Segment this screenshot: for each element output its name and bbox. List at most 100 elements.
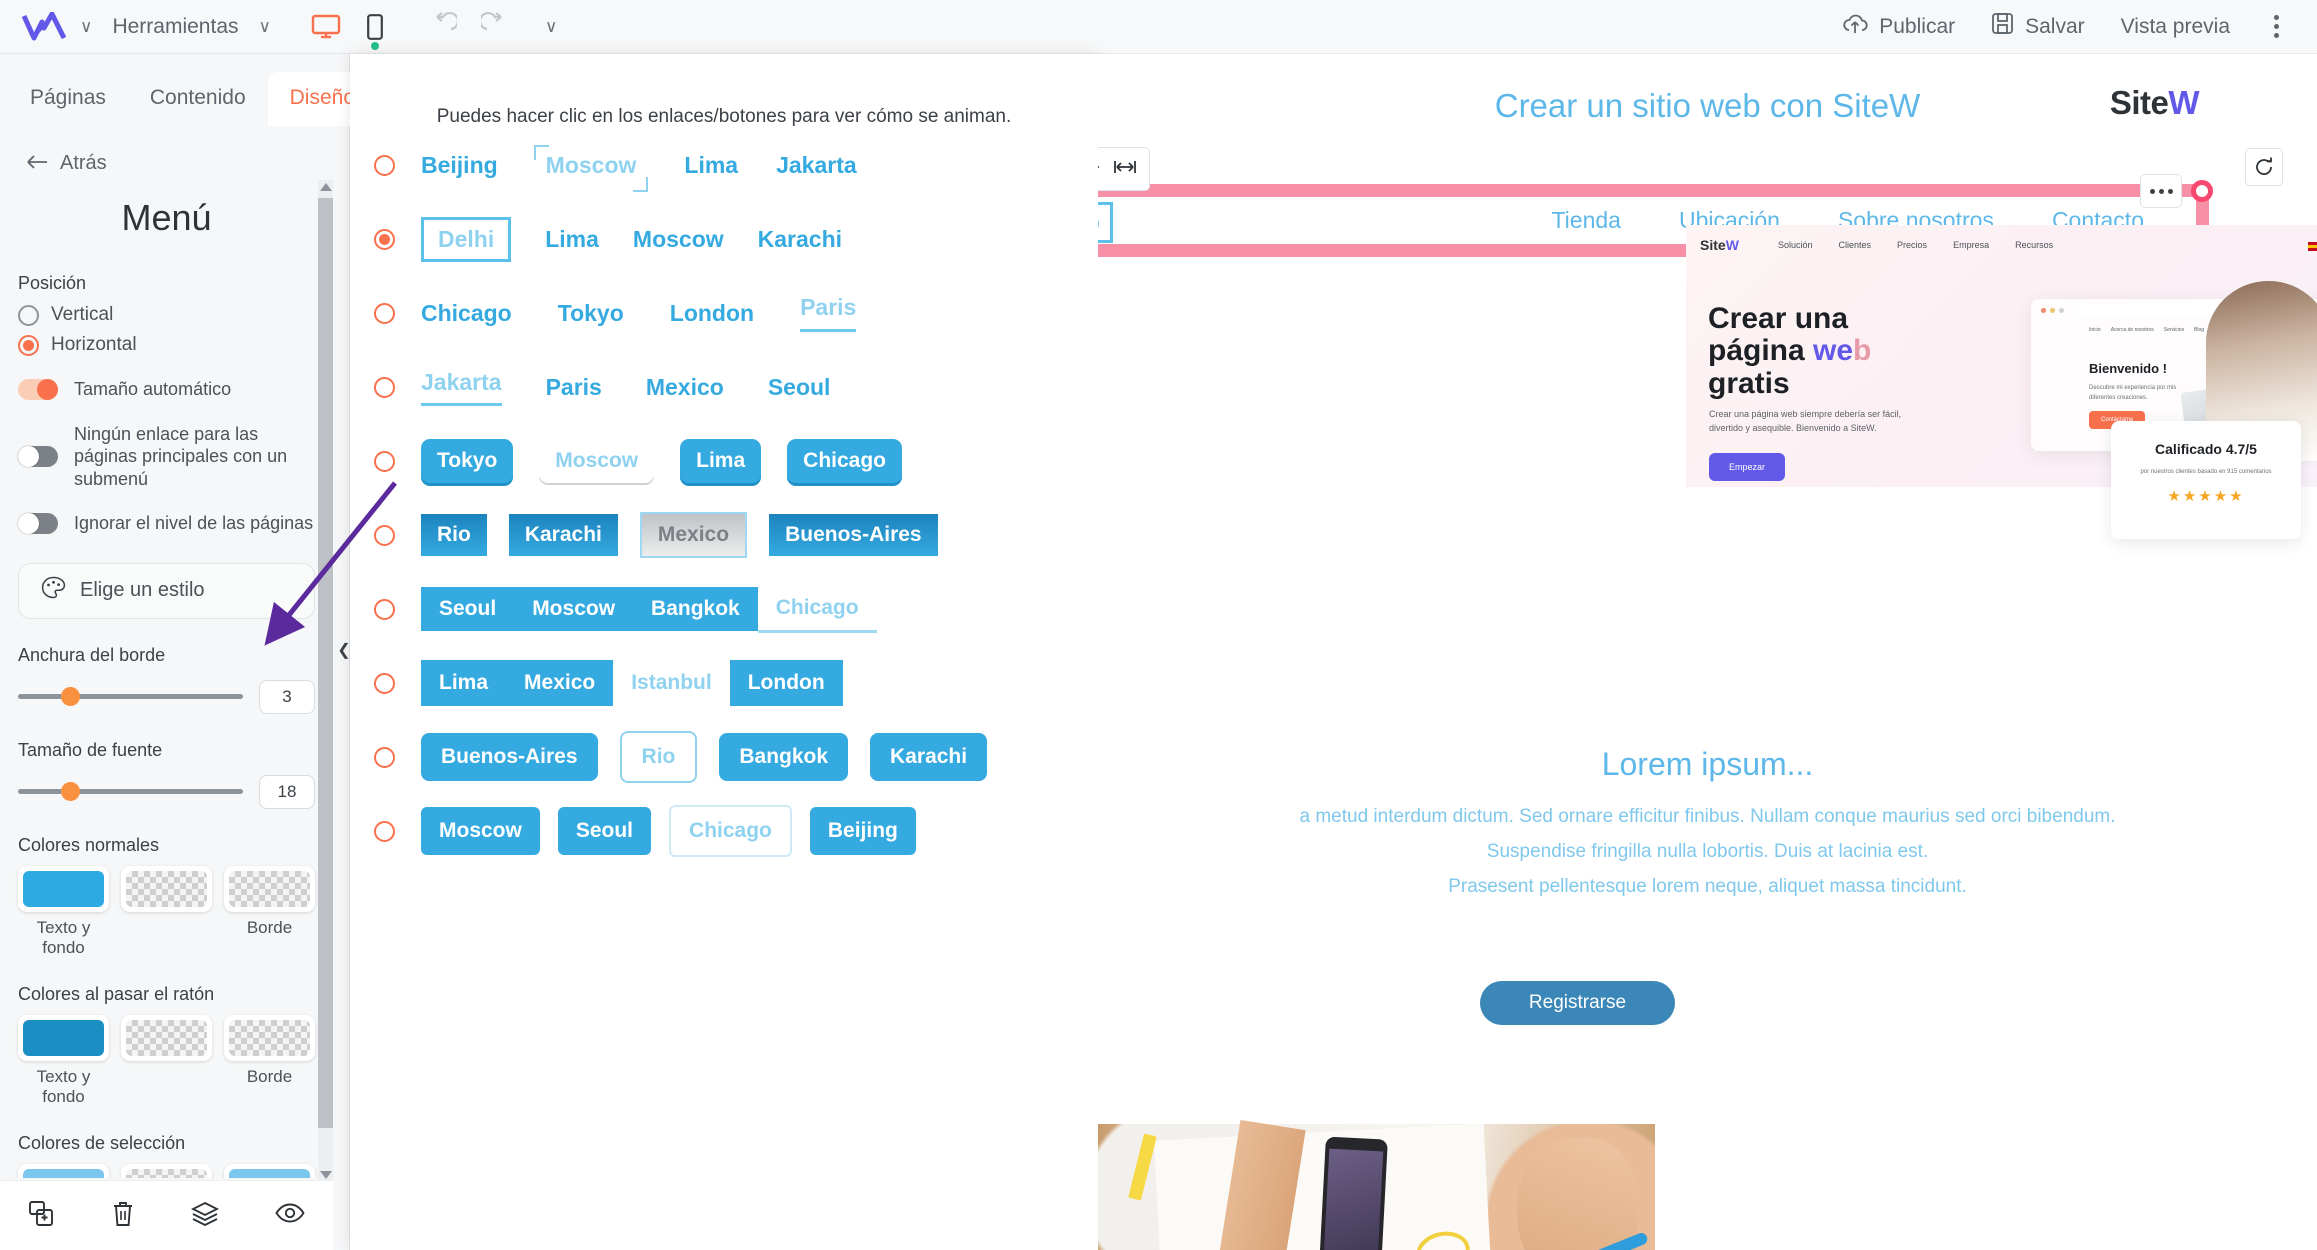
style-radio-6[interactable]	[374, 524, 395, 546]
style-item[interactable]: Bangkok	[719, 733, 849, 781]
style-item[interactable]: Mexico	[506, 660, 614, 706]
style-item[interactable]: Beijing	[809, 807, 916, 855]
toggle-auto-size-switch[interactable]	[18, 378, 58, 400]
normal-bg-swatch[interactable]	[121, 865, 212, 912]
style-item[interactable]: Moscow	[421, 807, 540, 855]
eye-icon[interactable]	[275, 1203, 305, 1228]
border-width-slider[interactable]	[18, 687, 243, 706]
style-radio-1[interactable]	[374, 154, 395, 176]
radio-vertical[interactable]: Vertical	[18, 304, 315, 326]
style-item[interactable]: Tokyo	[421, 439, 514, 483]
font-size-slider[interactable]	[18, 782, 243, 801]
desktop-icon[interactable]	[311, 14, 341, 40]
style-item[interactable]: Paris	[546, 374, 602, 401]
style-item-highlighted[interactable]: Istanbul	[613, 660, 730, 706]
style-option-row[interactable]: Buenos-Aires Rio Bangkok Karachi	[350, 720, 1098, 794]
style-item-highlighted[interactable]: Rio	[619, 731, 698, 783]
style-radio-4[interactable]	[374, 376, 395, 398]
style-item[interactable]: Jakarta	[776, 152, 857, 179]
tab-contenido[interactable]: Contenido	[128, 72, 268, 126]
layers-icon[interactable]	[190, 1201, 220, 1231]
style-radio-3[interactable]	[374, 302, 395, 324]
style-item-highlighted[interactable]: Mexico	[639, 512, 748, 558]
style-radio-7[interactable]	[374, 598, 395, 620]
style-item[interactable]: Chicago	[787, 439, 902, 483]
scroll-up-icon[interactable]	[320, 183, 332, 191]
trash-icon[interactable]	[111, 1200, 135, 1232]
style-item[interactable]: Moscow	[633, 226, 724, 253]
align-icon[interactable]	[1098, 158, 1100, 181]
duplicate-icon[interactable]	[28, 1200, 55, 1232]
style-item[interactable]: Lima	[545, 226, 599, 253]
selection-bg-swatch[interactable]	[121, 1163, 212, 1178]
style-radio-2[interactable]	[374, 228, 395, 250]
style-item-highlighted[interactable]: Chicago	[757, 586, 877, 633]
brand-caret-icon[interactable]: ∨	[66, 18, 106, 35]
style-radio-8[interactable]	[374, 672, 395, 694]
panel-scrollbar[interactable]	[318, 180, 333, 1182]
hover-bg-swatch[interactable]	[121, 1014, 212, 1061]
style-item[interactable]: London	[670, 300, 754, 327]
style-item[interactable]: Chicago	[421, 300, 512, 327]
element-toolbar[interactable]	[1098, 147, 1150, 191]
back-button[interactable]: Atrás	[26, 152, 315, 175]
style-item[interactable]: Lima	[421, 660, 507, 706]
style-item[interactable]: Karachi	[758, 226, 842, 253]
style-item[interactable]: Seoul	[768, 374, 831, 401]
style-item-highlighted[interactable]: Moscow	[533, 144, 649, 192]
style-item[interactable]: Bangkok	[633, 587, 758, 631]
style-item-highlighted[interactable]: Chicago	[669, 805, 792, 857]
font-size-value[interactable]: 18	[259, 774, 315, 809]
style-option-row-selected[interactable]: Delhi Lima Moscow Karachi	[350, 202, 1098, 276]
panel-scroll-thumb[interactable]	[318, 198, 333, 1128]
tools-menu[interactable]: Herramientas	[106, 15, 244, 39]
style-option-row[interactable]: Beijing Moscow Lima Jakarta	[350, 128, 1098, 202]
style-item[interactable]: Buenos-Aires	[421, 733, 598, 781]
toggle-no-link-submenu[interactable]: Ningún enlace para las páginas principal…	[18, 423, 315, 491]
history-caret-icon[interactable]: ∨	[531, 18, 571, 35]
style-item-highlighted[interactable]: Jakarta	[421, 369, 502, 406]
normal-text-bg-swatch[interactable]	[18, 865, 109, 912]
style-option-row[interactable]: Seoul Moscow Bangkok Chicago	[350, 572, 1098, 646]
style-item[interactable]: Lima	[684, 152, 738, 179]
mobile-icon[interactable]	[367, 13, 383, 50]
style-option-row[interactable]: Jakarta Paris Mexico Seoul	[350, 350, 1098, 424]
style-item[interactable]: Karachi	[508, 514, 618, 556]
style-option-row[interactable]: Chicago Tokyo London Paris	[350, 276, 1098, 350]
hover-border-swatch[interactable]	[224, 1014, 315, 1061]
style-item[interactable]: Seoul	[557, 807, 652, 855]
style-item-highlighted[interactable]: Delhi	[421, 216, 512, 262]
style-item[interactable]: Seoul	[421, 587, 515, 631]
style-item[interactable]: Rio	[421, 514, 487, 556]
style-option-row[interactable]: Lima Mexico Istanbul London	[350, 646, 1098, 720]
tools-caret-icon[interactable]: ∨	[245, 18, 285, 35]
style-item[interactable]: Karachi	[870, 733, 988, 781]
style-item[interactable]: Buenos-Aires	[769, 514, 938, 556]
style-item[interactable]: Moscow	[514, 587, 634, 631]
save-button[interactable]: Salvar	[1973, 12, 2103, 41]
toggle-auto-size[interactable]: Tamaño automático	[18, 378, 315, 401]
width-icon[interactable]	[1113, 158, 1137, 181]
style-item[interactable]: London	[729, 660, 843, 706]
style-item-highlighted[interactable]: Moscow	[539, 439, 655, 483]
style-radio-9[interactable]	[374, 746, 395, 768]
radio-horizontal[interactable]: Horizontal	[18, 334, 315, 356]
panel-collapse-handle[interactable]: ❮	[336, 630, 352, 670]
style-item[interactable]: Tokyo	[558, 300, 624, 327]
preview-button[interactable]: Vista previa	[2103, 15, 2248, 39]
tab-paginas[interactable]: Páginas	[8, 72, 128, 126]
style-option-row[interactable]: Moscow Seoul Chicago Beijing	[350, 794, 1098, 868]
scroll-down-icon[interactable]	[320, 1171, 332, 1179]
undo-icon[interactable]	[431, 11, 459, 42]
border-width-knob[interactable]	[60, 687, 80, 706]
style-item-highlighted[interactable]: Paris	[800, 294, 857, 332]
toggle-ignore-page-level[interactable]: Ignorar el nivel de las páginas	[18, 512, 315, 535]
style-radio-5[interactable]	[374, 450, 395, 472]
reload-icon[interactable]	[2245, 148, 2283, 186]
style-item[interactable]: Mexico	[646, 374, 724, 401]
normal-border-swatch[interactable]	[224, 865, 315, 912]
border-width-value[interactable]: 3	[259, 679, 315, 714]
sitew-logo-icon[interactable]	[21, 11, 67, 42]
style-item[interactable]: Lima	[680, 439, 762, 483]
hover-text-bg-swatch[interactable]	[18, 1014, 109, 1061]
